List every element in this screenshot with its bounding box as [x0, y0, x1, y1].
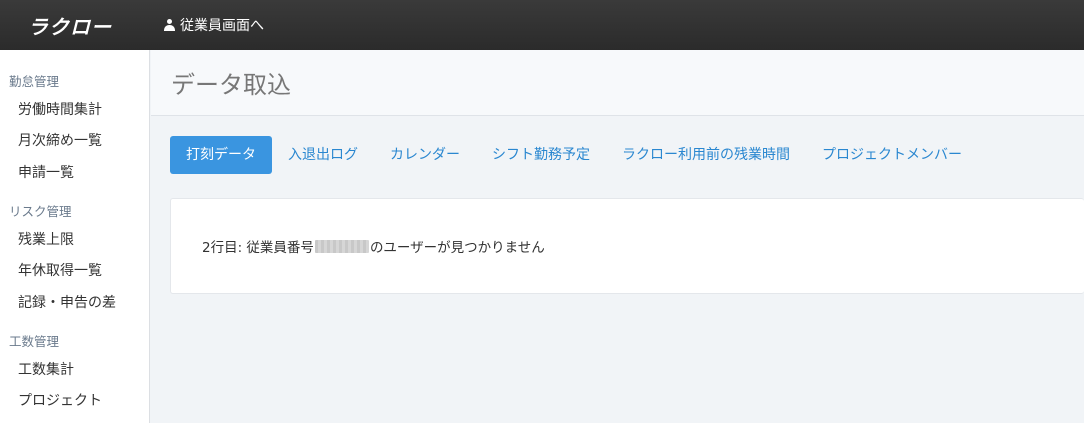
sidebar-item-leave-list[interactable]: 年休取得一覧: [0, 260, 102, 280]
error-message-suffix: のユーザーが見つかりません: [369, 240, 545, 256]
sidebar-item-applications[interactable]: 申請一覧: [0, 162, 74, 182]
sidebar-item-record-diff[interactable]: 記録・申告の差: [0, 292, 116, 312]
sidebar-item-overtime-limit[interactable]: 残業上限: [0, 229, 74, 249]
tab-entry-exit-log[interactable]: 入退出ログ: [272, 136, 374, 174]
tab-shift-schedule[interactable]: シフト勤務予定: [476, 136, 606, 174]
page-header: データ取込: [151, 50, 1084, 116]
error-message-prefix: 2行目: 従業員番号: [202, 240, 314, 256]
page-title: データ取込: [171, 71, 291, 99]
tab-project-members[interactable]: プロジェクトメンバー: [806, 136, 978, 174]
tab-calendar[interactable]: カレンダー: [374, 136, 476, 174]
sidebar: 勤怠管理 労働時間集計 月次締め一覧 申請一覧 リスク管理 残業上限 年休取得一…: [0, 50, 150, 423]
app-logo[interactable]: ラクロー: [0, 11, 150, 40]
sidebar-item-projects[interactable]: プロジェクト: [0, 390, 102, 410]
sidebar-item-work-hours[interactable]: 労働時間集計: [0, 99, 102, 119]
employee-screen-link-label: 従業員画面へ: [180, 18, 264, 34]
employee-screen-link[interactable]: 従業員画面へ: [164, 15, 264, 35]
error-message: 2行目: 従業員番号 のユーザーが見つかりません: [202, 236, 545, 256]
tab-pre-rakuro-overtime[interactable]: ラクロー利用前の残業時間: [606, 136, 806, 174]
sidebar-item-monthly-close[interactable]: 月次締め一覧: [0, 130, 102, 150]
sidebar-item-manhour-summary[interactable]: 工数集計: [0, 359, 74, 379]
user-icon: [164, 19, 175, 31]
tab-punch-data[interactable]: 打刻データ: [170, 136, 272, 174]
sidebar-section-attendance: 勤怠管理: [9, 74, 60, 89]
sidebar-section-manhours: 工数管理: [9, 334, 60, 349]
top-bar: ラクロー 従業員画面へ: [0, 0, 1084, 50]
error-card: 2行目: 従業員番号 のユーザーが見つかりません: [170, 198, 1084, 294]
main-content: データ取込 打刻データ 入退出ログ カレンダー シフト勤務予定 ラクロー利用前の…: [151, 50, 1084, 423]
sidebar-section-risk: リスク管理: [9, 204, 72, 219]
tab-bar: 打刻データ 入退出ログ カレンダー シフト勤務予定 ラクロー利用前の残業時間 プ…: [170, 136, 978, 174]
redacted-employee-number: [314, 239, 369, 253]
